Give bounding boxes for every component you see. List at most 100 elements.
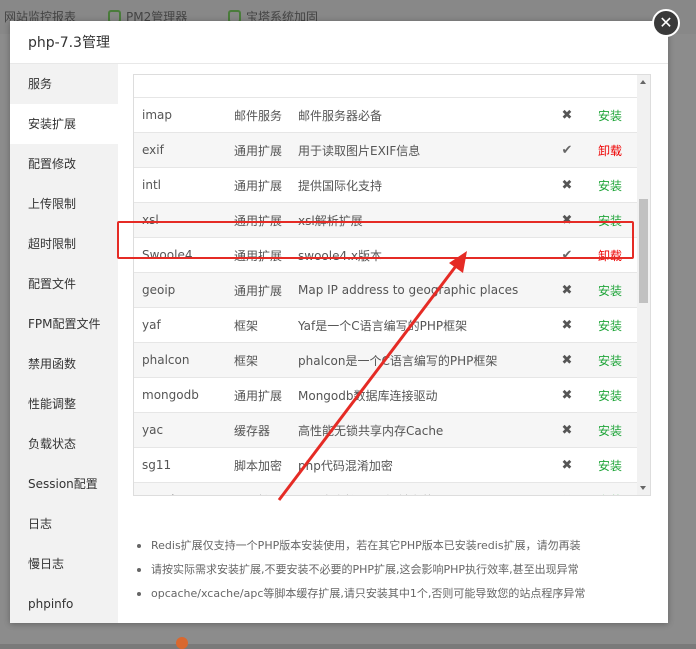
sidebar-item-session-config[interactable]: Session配置 xyxy=(10,464,118,504)
extension-type: 通用扩展 xyxy=(234,143,283,158)
cross-icon: ✖ xyxy=(561,107,573,123)
table-row: imap 邮件服务 邮件服务器必备 ✖ 安装 xyxy=(134,98,637,133)
close-icon: ✕ xyxy=(659,13,673,32)
scroll-up-icon[interactable] xyxy=(640,80,646,84)
sidebar-item-install-extensions[interactable]: 安装扩展 xyxy=(10,104,118,144)
sidebar-item-config-file[interactable]: 配置文件 xyxy=(10,264,118,304)
tip-item: opcache/xcache/apc等脚本缓存扩展,请只安装其中1个,否则可能导… xyxy=(137,582,671,606)
cross-icon: ✖ xyxy=(561,177,573,193)
extension-type: 框架 xyxy=(234,318,259,333)
check-icon: ✔ xyxy=(561,247,573,263)
scrollbar-thumb[interactable] xyxy=(639,199,648,303)
table-row: Swoole4 通用扩展 swoole4.x版本 ✔ 卸载 xyxy=(134,238,637,273)
extensions-panel: imap 邮件服务 邮件服务器必备 ✖ 安装 exif 通用扩展 用于读取图片EXIF信息 ✔ 卸… xyxy=(118,64,668,623)
cross-icon: ✖ xyxy=(561,282,573,298)
extension-name: yaf xyxy=(142,318,161,332)
install-link[interactable]: 安装 xyxy=(584,352,636,369)
extension-description: Mongodb数据库连接驱动 xyxy=(298,388,438,403)
extension-description: swoole4.x版本 xyxy=(298,248,383,263)
extension-type: 框架 xyxy=(234,353,259,368)
sidebar-item-load-status[interactable]: 负载状态 xyxy=(10,424,118,464)
extension-description: 高性能无锁共享内存Cache xyxy=(298,423,444,438)
table-row: pgsql通用扩展php官方扩展(需提前安装postgresql)✖安装 xyxy=(134,483,637,496)
scroll-down-icon[interactable] xyxy=(640,486,646,490)
cross-icon: ✖ xyxy=(561,422,573,438)
extension-type: 脚本加密 xyxy=(234,458,283,473)
cross-icon: ✖ xyxy=(561,457,573,473)
dialog-title: php-7.3管理 xyxy=(28,35,110,51)
sidebar-item-log[interactable]: 日志 xyxy=(10,504,118,544)
extension-description: 邮件服务器必备 xyxy=(298,108,383,123)
install-link[interactable]: 安装 xyxy=(584,107,636,124)
extension-type: 缓存器 xyxy=(234,423,271,438)
extension-name: imap xyxy=(142,108,172,122)
extension-name: yac xyxy=(142,423,164,437)
extension-name: geoip xyxy=(142,283,176,297)
table-row: sg11 脚本加密 php代码混淆加密 ✖ 安装 xyxy=(134,448,637,483)
sidebar: 服务 安装扩展 配置修改 上传限制 超时限制 配置文件 FPM配置文件 禁用函数… xyxy=(10,64,118,623)
extensions-table[interactable]: imap 邮件服务 邮件服务器必备 ✖ 安装 exif 通用扩展 用于读取图片EXIF信息 ✔ 卸… xyxy=(133,74,651,496)
extension-type: 通用扩展 xyxy=(234,492,298,496)
sidebar-item-service[interactable]: 服务 xyxy=(10,64,118,104)
extension-description: phalcon是一个C语言编写的PHP框架 xyxy=(298,353,498,368)
extension-description: php代码混淆加密 xyxy=(298,458,393,473)
install-link[interactable]: 安装 xyxy=(584,492,636,496)
tip-item: 请按实际需求安装扩展,不要安装不必要的PHP扩展,这会影响PHP执行效率,甚至出… xyxy=(137,558,671,582)
php-manager-dialog: php-7.3管理 服务 安装扩展 配置修改 上传限制 超时限制 配置文件 FP… xyxy=(10,21,668,623)
cross-icon: ✖ xyxy=(561,387,573,403)
table-row: intl 通用扩展 提供国际化支持 ✖ 安装 xyxy=(134,168,637,203)
sidebar-item-performance[interactable]: 性能调整 xyxy=(10,384,118,424)
table-row: yaf 框架 Yaf是一个C语言编写的PHP框架 ✖ 安装 xyxy=(134,308,637,343)
install-link[interactable]: 安装 xyxy=(584,282,636,299)
cross-icon: ✖ xyxy=(561,317,573,333)
extension-description: 用于读取图片EXIF信息 xyxy=(298,143,421,158)
extension-name: Swoole4 xyxy=(142,248,193,262)
sidebar-item-phpinfo[interactable]: phpinfo xyxy=(10,584,118,624)
extension-type: 通用扩展 xyxy=(234,388,283,403)
tips-list: Redis扩展仅支持一个PHP版本安装使用，若在其它PHP版本已安装redis扩… xyxy=(133,534,671,606)
sidebar-item-config-edit[interactable]: 配置修改 xyxy=(10,144,118,184)
table-row xyxy=(134,75,637,98)
extension-name: mongodb xyxy=(142,388,199,402)
sidebar-item-slow-log[interactable]: 慢日志 xyxy=(10,544,118,584)
extension-type: 通用扩展 xyxy=(234,283,283,298)
tip-item: Redis扩展仅支持一个PHP版本安装使用，若在其它PHP版本已安装redis扩… xyxy=(137,534,671,558)
extension-type: 通用扩展 xyxy=(234,248,283,263)
extensions-table-body: imap 邮件服务 邮件服务器必备 ✖ 安装 exif 通用扩展 用于读取图片EXIF信息 ✔ 卸… xyxy=(134,75,637,496)
sidebar-item-fpm-config[interactable]: FPM配置文件 xyxy=(10,304,118,344)
extension-name: phalcon xyxy=(142,353,190,367)
sidebar-item-upload-limit[interactable]: 上传限制 xyxy=(10,184,118,224)
scrollbar[interactable] xyxy=(637,75,650,495)
extension-name: pgsql xyxy=(134,493,234,495)
install-link[interactable]: 安装 xyxy=(584,177,636,194)
table-row: xsl 通用扩展 xsl解析扩展 ✖ 安装 xyxy=(134,203,637,238)
install-link[interactable]: 安装 xyxy=(584,212,636,229)
extension-description: 提供国际化支持 xyxy=(298,178,383,193)
extension-name: xsl xyxy=(142,213,159,227)
install-link[interactable]: 安装 xyxy=(584,422,636,439)
extension-description: php官方扩展(需提前安装postgresql) xyxy=(298,492,550,496)
extension-name: intl xyxy=(142,178,161,192)
extension-type: 邮件服务 xyxy=(234,108,283,123)
install-link[interactable]: 安装 xyxy=(584,387,636,404)
cross-icon: ✖ xyxy=(561,212,573,228)
dialog-header: php-7.3管理 xyxy=(10,21,668,64)
cross-icon: ✖ xyxy=(550,493,584,496)
uninstall-link[interactable]: 卸载 xyxy=(584,247,636,264)
extension-description: xsl解析扩展 xyxy=(298,213,363,228)
sidebar-item-disabled-functions[interactable]: 禁用函数 xyxy=(10,344,118,384)
install-link[interactable]: 安装 xyxy=(584,317,636,334)
extension-description: Yaf是一个C语言编写的PHP框架 xyxy=(298,318,468,333)
install-link[interactable]: 安装 xyxy=(584,457,636,474)
uninstall-link[interactable]: 卸载 xyxy=(584,142,636,159)
extension-name: sg11 xyxy=(142,458,172,472)
close-button[interactable]: ✕ xyxy=(652,9,680,37)
extension-description: Map IP address to geographic places xyxy=(298,283,519,297)
sidebar-item-timeout-limit[interactable]: 超时限制 xyxy=(10,224,118,264)
table-row: geoip 通用扩展 Map IP address to geographic pl… xyxy=(134,273,637,308)
table-row: exif 通用扩展 用于读取图片EXIF信息 ✔ 卸载 xyxy=(134,133,637,168)
extension-name: exif xyxy=(142,143,164,157)
check-icon: ✔ xyxy=(561,142,573,158)
table-row: mongodb 通用扩展 Mongodb数据库连接驱动 ✖ 安装 xyxy=(134,378,637,413)
table-row: phalcon 框架 phalcon是一个C语言编写的PHP框架 ✖ 安装 xyxy=(134,343,637,378)
